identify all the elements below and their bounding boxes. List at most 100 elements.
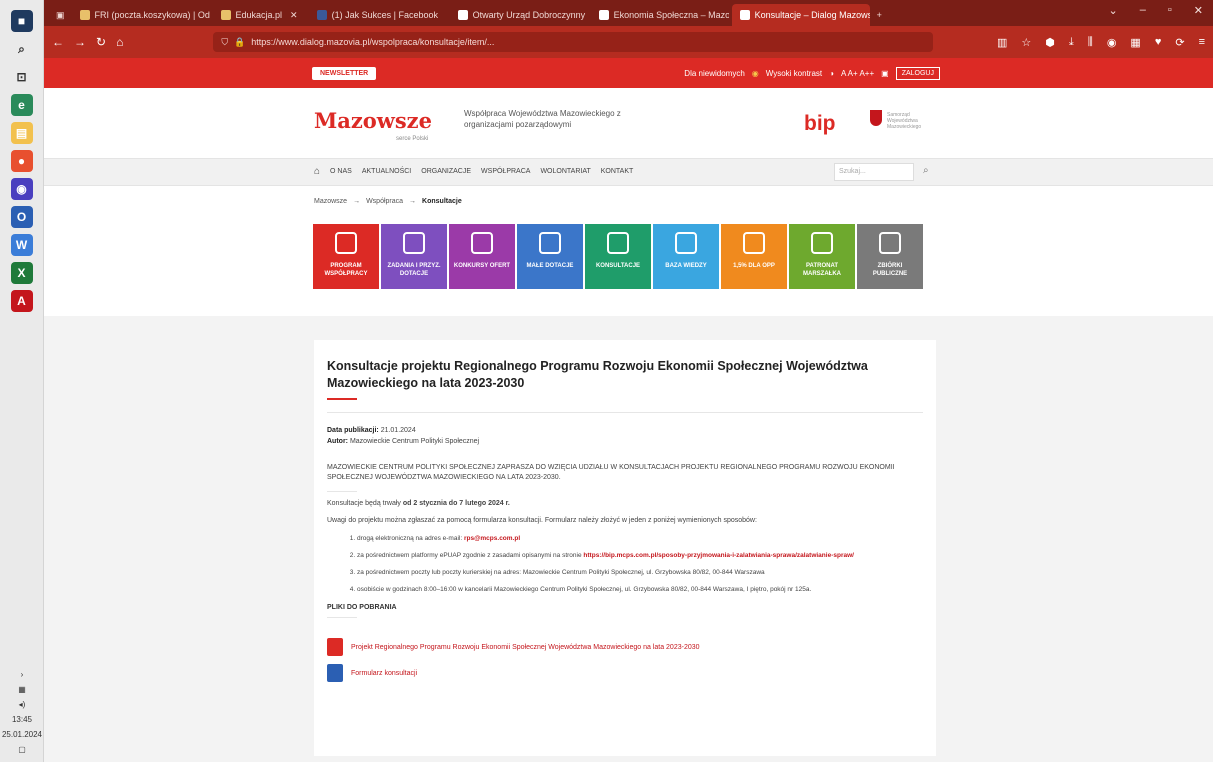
article: Konsultacje projektu Regionalnego Progra…: [314, 340, 936, 756]
search-icon[interactable]: ⌕: [923, 165, 929, 176]
list-item: drogą elektroniczną na adres e-mail: rps…: [357, 534, 923, 543]
mazowsze-logo[interactable]: Mazowsze: [314, 108, 432, 133]
search-input[interactable]: Szukaj...: [834, 163, 914, 181]
close-icon[interactable]: ✕: [446, 10, 447, 21]
bookmark-star-icon[interactable]: ☆: [1021, 36, 1031, 49]
tab-5-active[interactable]: Konsultacje – Dialog Mazowsza✕: [731, 4, 870, 26]
tab-4[interactable]: Ekonomia Społeczna – Mazow✕: [591, 4, 729, 26]
acrobat-icon[interactable]: A: [10, 290, 33, 312]
breadcrumb: Mazowsze → Współpraca → Konsultacje: [314, 198, 462, 205]
favicon-icon: [316, 10, 327, 20]
nav-item-o-nas[interactable]: O NAS: [330, 168, 352, 175]
newsletter-button[interactable]: NEWSLETTER: [312, 66, 377, 80]
clock-date[interactable]: 25.01.2024: [2, 730, 42, 739]
maximize-icon[interactable]: ▫: [1168, 4, 1172, 17]
tab-0[interactable]: FRI (poczta.koszykowa) | Odbiorc✕: [72, 4, 210, 26]
url-input[interactable]: ⛉ 🔒 https://www.dialog.mazovia.pl/wspolp…: [213, 32, 934, 52]
volume-icon[interactable]: ◂): [19, 700, 26, 709]
dropdown-icon[interactable]: ⌄: [1109, 4, 1118, 17]
emblem-icon[interactable]: [870, 110, 882, 126]
nav-item-wspolpraca[interactable]: WSPÓŁPRACA: [481, 168, 530, 175]
notifications-icon[interactable]: ▢: [18, 745, 26, 754]
tile-label: 1,5% DLA OPP: [733, 263, 775, 269]
content-top: Mazowsze → Współpraca → Konsultacje PROG…: [44, 186, 1213, 316]
edge-icon[interactable]: e: [10, 94, 33, 116]
contrast-link[interactable]: Wysoki kontrast: [766, 69, 822, 78]
tab-2[interactable]: (1) Jak Sukces | Facebook ✕: [309, 4, 447, 26]
nav-item-kontakt[interactable]: KONTAKT: [601, 168, 634, 175]
breadcrumb-sep: →: [353, 198, 361, 205]
back-icon[interactable]: ←: [52, 35, 64, 49]
reload-icon[interactable]: ↻: [96, 35, 106, 49]
address-bar-row: ← → ↻ ⌂ ⛉ 🔒 https://www.dialog.mazovia.p…: [44, 26, 1213, 58]
coins-icon: [539, 232, 561, 254]
contrast-icon[interactable]: ◑: [829, 69, 834, 78]
login-button[interactable]: ZALOGUJ: [895, 66, 940, 80]
bip-logo[interactable]: bip: [804, 112, 836, 136]
file-label: Projekt Regionalnego Programu Rozwoju Ek…: [351, 643, 700, 651]
file-link-pdf[interactable]: Projekt Regionalnego Programu Rozwoju Ek…: [327, 638, 923, 656]
close-window-icon[interactable]: ✕: [1194, 4, 1203, 17]
author-label: Autor:: [327, 438, 348, 445]
tile-patronat-marszalka[interactable]: PATRONAT MARSZAŁKA: [789, 224, 855, 289]
tile-zadania-dotacje[interactable]: ZADANIA I PRZYZ. DOTACJE: [381, 224, 447, 289]
nav-item-aktualnosci[interactable]: AKTUALNOŚCI: [362, 168, 411, 175]
task-view-icon[interactable]: ⊡: [11, 66, 33, 88]
eye-icon[interactable]: ◉: [752, 69, 759, 78]
extensions-icon[interactable]: ▦: [1130, 36, 1140, 49]
donation-icon: [879, 232, 901, 254]
account-icon[interactable]: ◉: [1107, 36, 1117, 49]
outlook-icon[interactable]: O: [10, 206, 33, 228]
tab-menu-icon[interactable]: ▣: [52, 4, 69, 26]
bip-icon[interactable]: ▣: [881, 69, 889, 78]
tile-1-5-procent[interactable]: 1,5% DLA OPP: [721, 224, 787, 289]
email-link[interactable]: rps@mcps.com.pl: [464, 535, 520, 542]
search-icon[interactable]: ⌕: [11, 38, 33, 60]
extension-icon[interactable]: ⬢: [1045, 36, 1055, 49]
nav-item-organizacje[interactable]: ORGANIZACJE: [421, 168, 471, 175]
reader-icon[interactable]: ▥: [997, 36, 1007, 49]
chevron-up-icon[interactable]: ›: [21, 670, 24, 679]
nav-item-wolontariat[interactable]: WOLONTARIAT: [540, 168, 590, 175]
home-icon[interactable]: ⌂: [116, 35, 123, 49]
pdf-icon: [327, 638, 343, 656]
epuap-link[interactable]: https://bip.mcps.com.pl/sposoby-przyjmow…: [583, 552, 854, 559]
blind-link[interactable]: Dla niewidomych: [684, 69, 744, 78]
excel-icon[interactable]: X: [10, 262, 33, 284]
breadcrumb-home[interactable]: Mazowsze: [314, 198, 347, 205]
file-link-docx[interactable]: Formularz konsultacji: [327, 664, 923, 682]
sync-icon[interactable]: ⟳: [1175, 36, 1184, 49]
menu-icon[interactable]: ≡: [1199, 36, 1205, 49]
tile-program-wspolpracy[interactable]: PROGRAM WSPÓŁPRACY: [313, 224, 379, 289]
pocket-icon[interactable]: ♥: [1155, 36, 1162, 49]
percent-icon: [743, 232, 765, 254]
breadcrumb-section[interactable]: Współpraca: [366, 198, 403, 205]
start-icon[interactable]: ■: [10, 10, 33, 32]
close-icon[interactable]: ✕: [290, 10, 298, 21]
download-icon[interactable]: ⤓: [1069, 36, 1074, 49]
font-size-controls[interactable]: A A+ A++: [841, 69, 874, 78]
network-icon[interactable]: ▦: [18, 685, 26, 694]
divider: [327, 412, 923, 413]
word-icon[interactable]: W: [10, 234, 33, 256]
tile-konkursy-ofert[interactable]: KONKURSY OFERT: [449, 224, 515, 289]
file-explorer-icon[interactable]: ▤: [10, 122, 33, 144]
forward-icon[interactable]: →: [74, 35, 86, 49]
tab-1[interactable]: Edukacja.pl ✕: [213, 4, 306, 26]
tab-3[interactable]: Otwarty Urząd Dobroczynny (1) –✕: [450, 4, 588, 26]
firefox-icon[interactable]: ●: [10, 150, 33, 172]
clock-time[interactable]: 13:45: [12, 715, 32, 724]
home-icon[interactable]: ⌂: [314, 166, 320, 177]
library-icon[interactable]: ⫼: [1088, 36, 1093, 49]
new-tab-button[interactable]: +: [873, 4, 886, 26]
tile-baza-wiedzy[interactable]: BAZA WIEDZY: [653, 224, 719, 289]
app-icon[interactable]: ◉: [10, 178, 33, 200]
minimize-icon[interactable]: –: [1140, 4, 1146, 17]
tile-konsultacje[interactable]: KONSULTACJE: [585, 224, 651, 289]
tab-label: Ekonomia Społeczna – Mazow: [613, 10, 729, 20]
tile-male-dotacje[interactable]: MAŁE DOTACJE: [517, 224, 583, 289]
title-accent: [327, 398, 357, 400]
tile-zbiorki-publiczne[interactable]: ZBIÓRKI PUBLICZNE: [857, 224, 923, 289]
duration-prefix: Konsultacje będą trwały: [327, 500, 401, 507]
word-icon: [327, 664, 343, 682]
